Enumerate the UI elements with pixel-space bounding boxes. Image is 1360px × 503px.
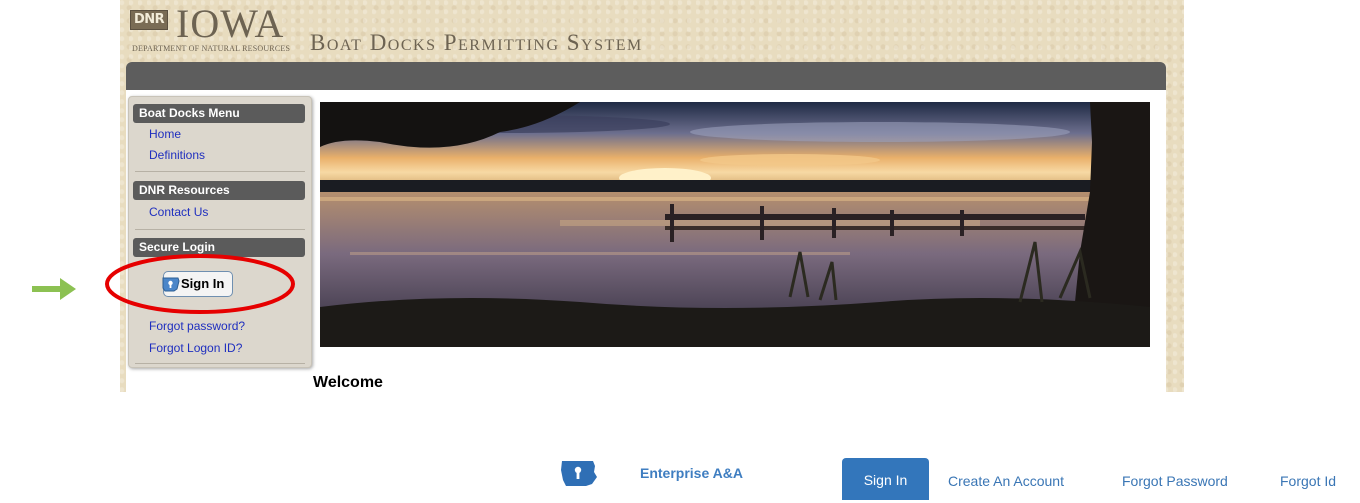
annotation-arrow-icon (32, 278, 76, 300)
logo-department-text: DEPARTMENT OF NATURAL RESOURCES (132, 44, 291, 53)
dnr-resources-header: DNR Resources (133, 181, 305, 200)
dnr-badge: DNR (130, 10, 169, 30)
dnr-site-screenshot: DNR IOWA DEPARTMENT OF NATURAL RESOURCES… (120, 0, 1184, 392)
forgot-password-link[interactable]: Forgot password? (149, 319, 245, 333)
boat-docks-menu-header: Boat Docks Menu (133, 104, 305, 123)
nav-bar (126, 62, 1166, 90)
welcome-heading: Welcome (313, 374, 383, 391)
divider (135, 171, 305, 172)
divider (135, 363, 305, 364)
sidebar: Boat Docks Menu Home Definitions DNR Res… (128, 96, 312, 368)
annotation-highlight-circle (105, 254, 295, 314)
sidebar-item-home[interactable]: Home (149, 127, 181, 141)
iowa-dnr-logo: DNR IOWA DEPARTMENT OF NATURAL RESOURCES (128, 1, 318, 56)
divider (135, 229, 305, 230)
forgot-id-link[interactable]: Forgot Id (1280, 473, 1336, 489)
sidebar-item-definitions[interactable]: Definitions (149, 148, 205, 162)
forgot-password-link-bottom[interactable]: Forgot Password (1122, 473, 1228, 489)
page-title: Boat Docks Permitting System (310, 30, 643, 55)
logo-iowa-text: IOWA (176, 1, 285, 46)
enterprise-sign-in-button[interactable]: Sign In (842, 458, 929, 500)
create-account-link[interactable]: Create An Account (948, 473, 1064, 489)
forgot-logon-id-link[interactable]: Forgot Logon ID? (149, 341, 242, 355)
iowa-state-lock-icon (561, 461, 597, 486)
enterprise-aa-title: Enterprise A&A (640, 465, 743, 481)
sidebar-item-contact-us[interactable]: Contact Us (149, 205, 208, 219)
lake-sunset-hero-image (320, 102, 1150, 347)
